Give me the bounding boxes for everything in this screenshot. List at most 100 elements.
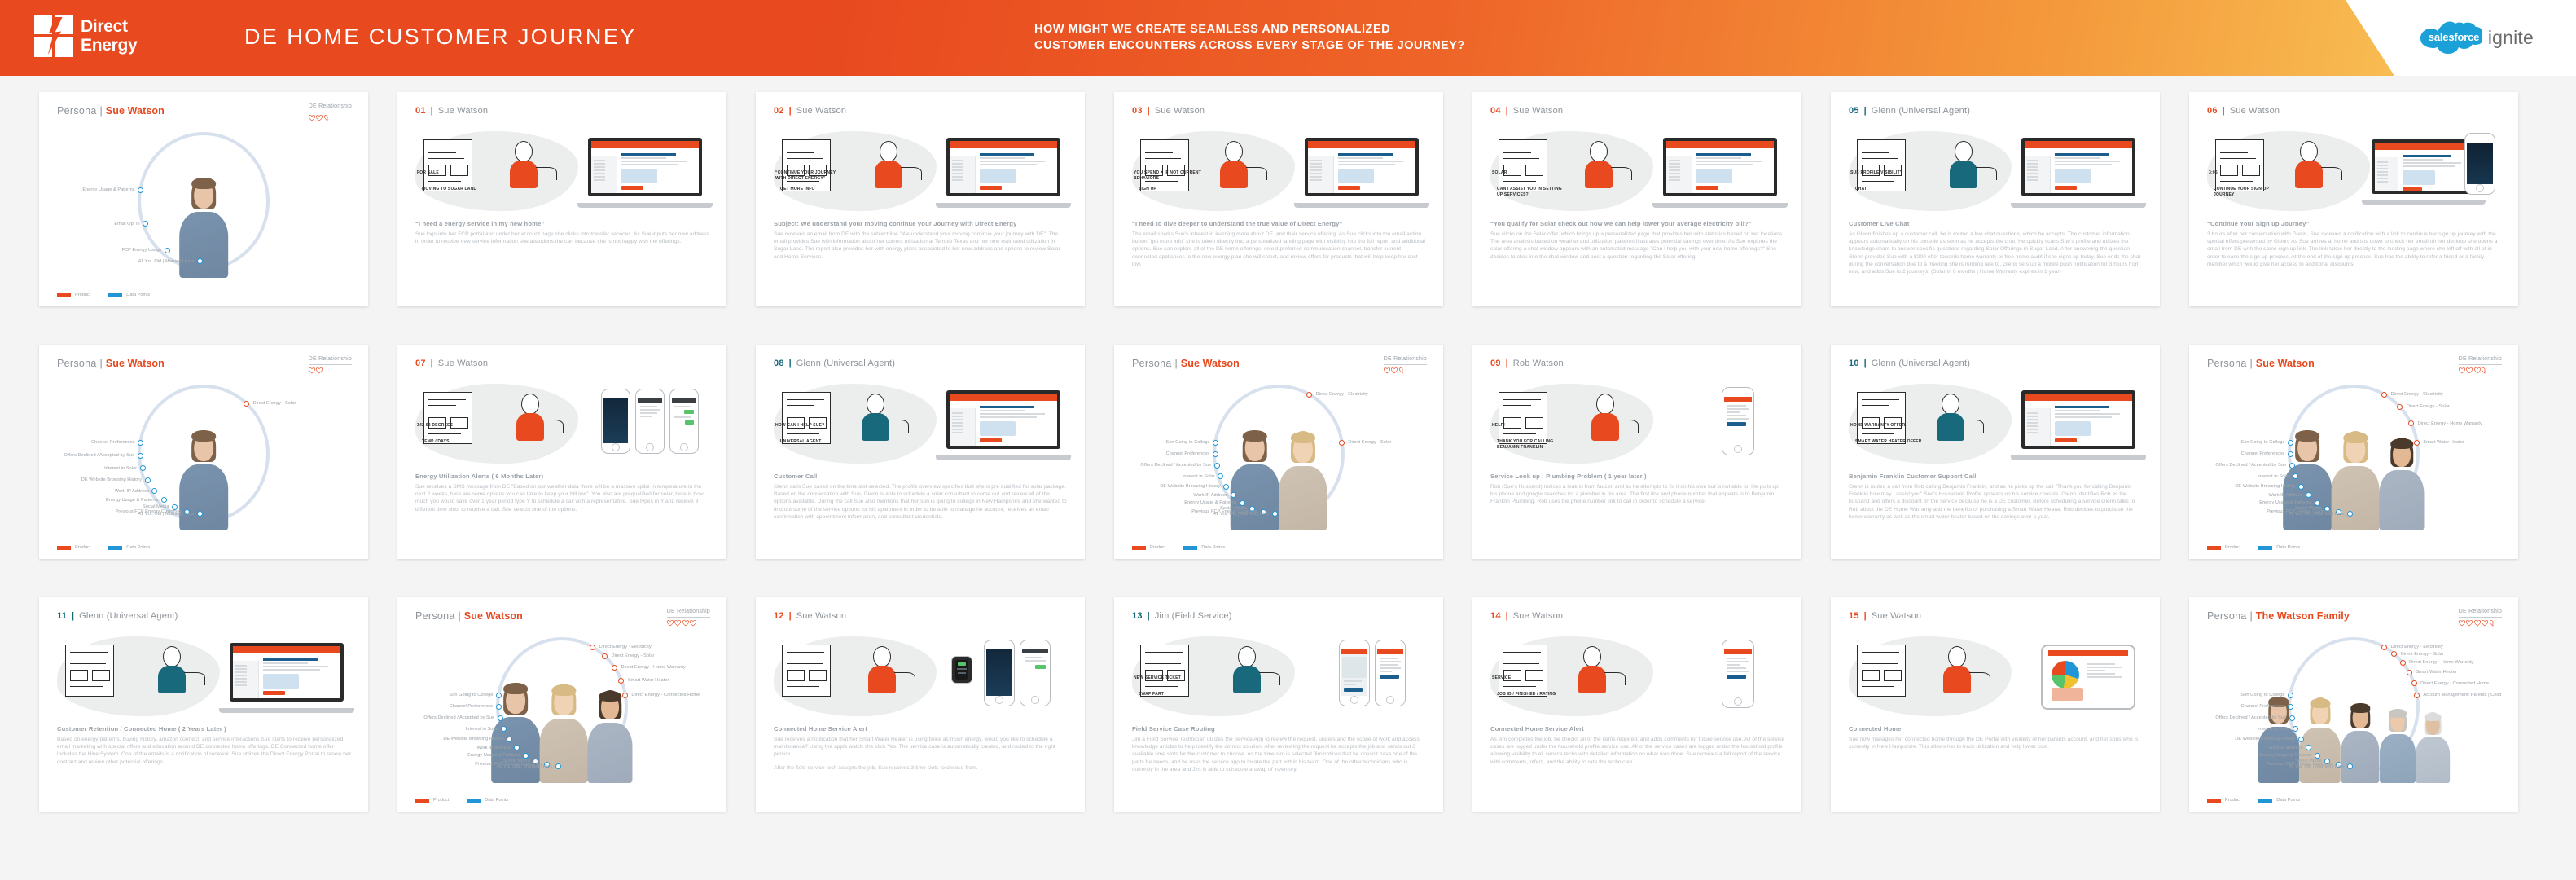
salesforce-wordmark: salesforce	[2428, 31, 2480, 43]
journey-card[interactable]: 03 | Sue Watson YOU SPEND X IF NOT CURRE…	[1114, 92, 1443, 306]
direct-energy-logo[interactable]: Direct Energy	[34, 15, 138, 57]
legend-item: Product	[415, 798, 449, 803]
sketch-figure-head	[1596, 394, 1614, 415]
persona-product-label: Smart Water Heater	[2423, 440, 2464, 446]
sketch-figure-head	[1225, 141, 1243, 162]
journey-card[interactable]: 15 | Sue Watson Connected Home Sue now m…	[1831, 597, 2160, 812]
sketch-figure-head	[1942, 394, 1959, 415]
journey-card[interactable]: 07 | Sue Watson 342-62 DEGREES TEMP / DAY…	[397, 345, 726, 559]
journey-card[interactable]: 09 | Rob Watson HELP! THANK YOU FOR CALLI…	[1472, 345, 1801, 559]
persona-datapoint-dot[interactable]	[495, 703, 502, 710]
journey-card[interactable]: 10 | Glenn (Universal Agent) HOME WARRAN…	[1831, 345, 2160, 559]
persona-product-dot[interactable]	[2413, 692, 2420, 698]
persona-photo-figure	[1279, 426, 1327, 530]
persona-card[interactable]: Persona | Sue Watson DE Relationship Ene…	[39, 92, 368, 306]
persona-datapoint-dot[interactable]	[1213, 439, 1219, 446]
persona-datapoint-dot[interactable]	[555, 763, 561, 770]
persona-datapoint-dot[interactable]	[496, 692, 502, 698]
persona-product-dot[interactable]	[243, 400, 249, 407]
persona-product-dot[interactable]	[612, 664, 617, 671]
persona-datapoint-dot[interactable]	[2287, 451, 2293, 457]
persona-datapoint-dot[interactable]	[2287, 703, 2293, 710]
journey-card[interactable]: 06 | Sue Watson 3:05 CONTINUE YOUR SIGN U…	[2189, 92, 2518, 306]
persona-datapoint-dot[interactable]	[139, 465, 146, 472]
journey-card[interactable]: 14 | Sue Watson SERVICE JOB ID / FINISHED…	[1472, 597, 1801, 812]
journey-card[interactable]: 11 | Glenn (Universal Agent) Customer Re…	[39, 597, 368, 812]
persona-product-dot[interactable]	[2406, 669, 2412, 675]
persona-datapoint-label: Offers Declined / Accepted by Sue	[423, 715, 495, 721]
journey-card[interactable]: 12 | Sue Watson Connected Home Service A…	[756, 597, 1085, 812]
persona-card[interactable]: Persona | Sue Watson DE Relationship Son…	[2189, 345, 2518, 559]
persona-datapoint-dot[interactable]	[1212, 451, 1218, 457]
persona-datapoint-dot[interactable]	[2288, 439, 2294, 446]
journey-caption-body: Sue logs into her FCP portal and under h…	[415, 231, 709, 245]
mock-cta-button[interactable]	[1696, 186, 1718, 190]
journey-caption: Field Service Case Routing Jim a Field S…	[1132, 724, 1427, 773]
mock-cta-button[interactable]	[980, 438, 1002, 442]
persona-datapoint-dot[interactable]	[1271, 511, 1278, 517]
persona-datapoint-dot[interactable]	[164, 247, 170, 253]
persona-datapoint-dot[interactable]	[507, 736, 513, 742]
journey-caption: Service Look up : Plumbing Problem ( 1 y…	[1490, 472, 1785, 506]
persona-product-dot[interactable]	[1338, 439, 1345, 446]
journey-caption: “I need a energy service in my new home”…	[415, 219, 710, 245]
salesforce-ignite-logo[interactable]: salesforce ignite	[2418, 20, 2534, 55]
persona-datapoint-label: Offers Declined / Accepted by Sue	[2215, 463, 2287, 469]
mock-cta-button[interactable]	[2055, 186, 2077, 190]
persona-datapoint-dot[interactable]	[196, 511, 203, 517]
journey-card-grid: Persona | Sue Watson DE Relationship Ene…	[0, 76, 2576, 880]
journey-caption-title: “I need to dive deeper to understand the…	[1132, 220, 1343, 227]
journey-card[interactable]: 01 | Sue Watson FOR SALE MOVING TO SUGAR …	[397, 92, 726, 306]
persona-card[interactable]: Persona | Sue Watson DE Relationship Son…	[397, 597, 726, 812]
figure-fringe	[191, 430, 216, 442]
mock-cta-button[interactable]	[980, 186, 1002, 190]
persona-card[interactable]: Persona | The Watson Family DE Relations…	[2189, 597, 2518, 812]
persona-product-dot[interactable]	[601, 653, 608, 659]
persona-datapoint-dot[interactable]	[2314, 499, 2320, 506]
figure-torso	[2379, 734, 2416, 783]
legend-label: Product	[75, 293, 91, 297]
mock-cta-button[interactable]	[621, 186, 643, 190]
persona-card[interactable]: Persona | Sue Watson DE Relationship Cha…	[39, 345, 368, 559]
mock-cta-button[interactable]	[1338, 186, 1360, 190]
journey-caption-title: Subject: We understand your moving conti…	[774, 220, 1017, 227]
journey-card[interactable]: 08 | Glenn (Universal Agent) HOW CAN I H…	[756, 345, 1085, 559]
persona-datapoint-dot[interactable]	[137, 452, 143, 459]
persona-datapoint-dot[interactable]	[2288, 692, 2294, 698]
laptop-screen	[230, 643, 344, 702]
persona-datapoint-dot[interactable]	[1223, 483, 1230, 490]
persona-card[interactable]: Persona | Sue Watson DE Relationship Son…	[1114, 345, 1443, 559]
persona-datapoint-dot[interactable]	[2346, 763, 2353, 770]
persona-product-dot[interactable]	[621, 692, 628, 698]
sketch-note-text: MOVING TO SUGAR LAND	[422, 187, 477, 191]
persona-datapoint-dot[interactable]	[144, 477, 151, 483]
persona-datapoint-dot[interactable]	[1239, 499, 1245, 506]
journey-persona-name: Glenn (Universal Agent)	[796, 359, 896, 368]
persona-datapoint-dot[interactable]	[196, 258, 203, 265]
persona-datapoint-dot[interactable]	[2346, 511, 2353, 517]
journey-card[interactable]: 04 | Sue Watson SOLAR CAN I ASSIST YOU IN…	[1472, 92, 1801, 306]
persona-datapoint-dot[interactable]	[2289, 715, 2295, 721]
journey-card[interactable]: 13 | Jim (Field Service) NEW SERVICE TIC…	[1114, 597, 1443, 812]
sketch-figure-body	[862, 413, 889, 441]
mock-cta-button[interactable]	[263, 691, 285, 695]
phone-mock-3	[669, 389, 699, 454]
persona-datapoint-label: Email Opt In	[114, 221, 140, 227]
page-title: DE HOME CUSTOMER JOURNEY	[244, 24, 637, 49]
persona-datapoint-dot[interactable]	[2298, 736, 2305, 742]
persona-datapoint-dot[interactable]	[497, 715, 503, 721]
persona-datapoint-dot[interactable]	[2314, 752, 2320, 759]
persona-product-dot[interactable]	[2413, 439, 2420, 446]
persona-datapoint-dot[interactable]	[138, 439, 144, 446]
persona-datapoint-dot[interactable]	[138, 187, 144, 193]
journey-card[interactable]: 05 | Glenn (Universal Agent) SUE PROFILE…	[1831, 92, 2160, 306]
persona-datapoint-dot[interactable]	[1213, 462, 1220, 469]
mock-cta-button[interactable]	[2055, 438, 2077, 442]
persona-datapoint-dot[interactable]	[522, 752, 529, 759]
persona-datapoint-dot[interactable]	[2298, 483, 2305, 490]
persona-product-dot[interactable]	[2399, 659, 2406, 666]
persona-datapoint-label: Son Going to College	[2240, 440, 2285, 446]
journey-card[interactable]: 02 | Sue Watson “CONTINUE YOUR JOURNEY W…	[756, 92, 1085, 306]
persona-datapoint-dot[interactable]	[2289, 462, 2295, 469]
mock-cta-button[interactable]	[2403, 187, 2423, 191]
